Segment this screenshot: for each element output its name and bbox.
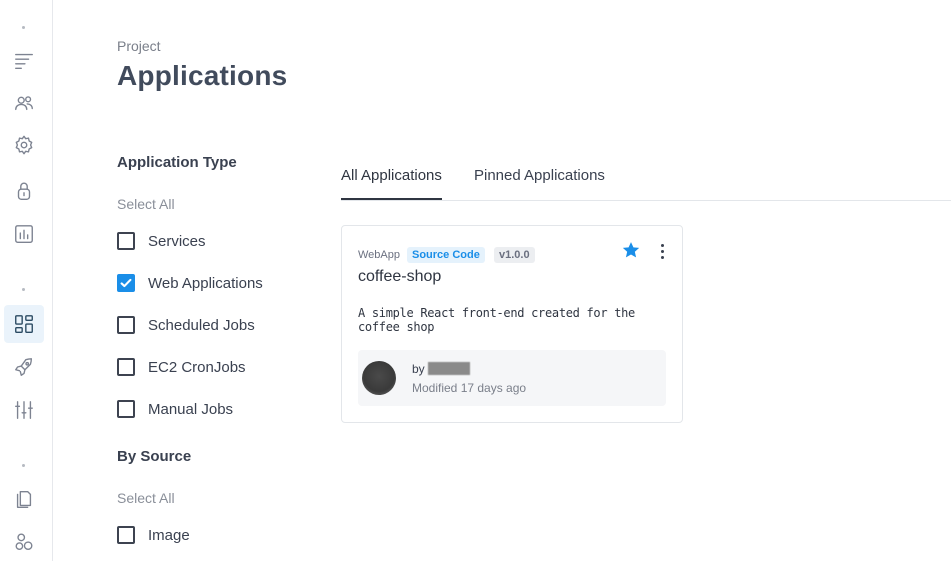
rocket-icon[interactable] — [10, 353, 38, 381]
checkbox[interactable] — [117, 400, 135, 418]
select-all-by-source[interactable]: Select All — [117, 490, 175, 506]
checkbox-label: Manual Jobs — [148, 400, 234, 418]
filter-option-scheduled-jobs[interactable]: Scheduled Jobs — [117, 315, 255, 335]
application-card[interactable]: WebApp Source Code v1.0.0 coffee-shop A … — [341, 225, 683, 423]
avatar — [362, 361, 396, 395]
sidebar-divider-dot — [22, 288, 25, 291]
documents-icon[interactable] — [10, 485, 38, 513]
checkbox[interactable] — [117, 358, 135, 376]
select-all-application-type[interactable]: Select All — [117, 196, 175, 212]
by-label: by — [412, 362, 425, 376]
checkbox-label: Image — [148, 526, 190, 544]
users-icon[interactable] — [10, 89, 38, 117]
checkbox-label: Services — [148, 232, 206, 250]
page-title: Applications — [117, 60, 288, 91]
filter-heading-application-type: Application Type — [117, 154, 237, 171]
app-name[interactable]: coffee-shop — [358, 268, 441, 286]
app-type-label: WebApp — [358, 249, 400, 261]
checkbox-label: Scheduled Jobs — [148, 316, 255, 334]
app-description: A simple React front-end created for the… — [358, 306, 635, 334]
lock-icon[interactable] — [10, 177, 38, 205]
gear-icon[interactable] — [10, 131, 38, 159]
dashboard-icon[interactable] — [4, 305, 44, 343]
more-options-icon[interactable] — [654, 241, 670, 261]
filter-option-manual-jobs[interactable]: Manual Jobs — [117, 399, 233, 419]
source-badge: Source Code — [407, 247, 485, 263]
filter-option-image[interactable]: Image — [117, 525, 190, 545]
checkbox[interactable] — [117, 526, 135, 544]
menu-lines-icon[interactable] — [10, 47, 38, 75]
filter-option-ec2-cronjobs[interactable]: EC2 CronJobs — [117, 357, 246, 377]
sidebar-divider-dot — [22, 464, 25, 467]
tab-bar: All Applications Pinned Applications — [341, 160, 951, 201]
filter-option-web-applications[interactable]: Web Applications — [117, 273, 263, 293]
filter-heading-by-source: By Source — [117, 448, 192, 465]
checkbox[interactable] — [117, 232, 135, 250]
tab-all-applications[interactable]: All Applications — [341, 167, 442, 200]
modified-timestamp: Modified 17 days ago — [412, 381, 527, 395]
sidebar-divider-dot — [22, 26, 25, 29]
sliders-icon[interactable] — [10, 396, 38, 424]
tab-pinned-applications[interactable]: Pinned Applications — [474, 167, 605, 198]
checkbox-label: EC2 CronJobs — [148, 358, 246, 376]
owner-info: by Modified 17 days ago — [358, 350, 666, 406]
bar-chart-icon[interactable] — [10, 220, 38, 248]
checkbox[interactable] — [117, 316, 135, 334]
checkbox-checked[interactable] — [117, 274, 135, 292]
checkbox-label: Web Applications — [148, 274, 263, 292]
checkmark-icon — [120, 278, 132, 288]
sidebar — [0, 0, 53, 561]
version-badge: v1.0.0 — [494, 247, 535, 263]
hexagons-icon[interactable] — [10, 528, 38, 556]
star-icon[interactable] — [621, 240, 641, 260]
redacted-username — [428, 362, 470, 375]
page-subtitle: Project — [117, 38, 161, 54]
filter-option-services[interactable]: Services — [117, 231, 206, 251]
